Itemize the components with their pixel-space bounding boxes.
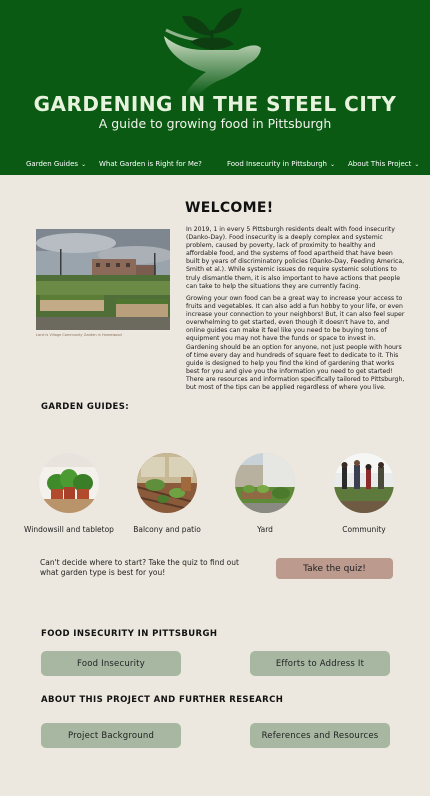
food-insecurity-button[interactable]: Food Insecurity xyxy=(41,651,181,676)
guide-yard[interactable]: Yard xyxy=(215,453,315,534)
yard-garden-image xyxy=(235,453,295,513)
site-header: GARDENING IN THE STEEL CITY A guide to g… xyxy=(0,0,430,175)
guide-label: Community xyxy=(342,525,386,534)
chevron-down-icon: ⌄ xyxy=(414,161,420,168)
guide-balcony[interactable]: Balcony and patio xyxy=(117,453,217,534)
windowsill-garden-image xyxy=(39,453,99,513)
guide-label: Balcony and patio xyxy=(133,525,201,534)
photo-caption: Larch's Village Community Garden in Home… xyxy=(36,333,122,337)
guide-windowsill[interactable]: Windowsill and tabletop xyxy=(19,453,119,534)
intro-paragraph-1: In 2019, 1 in every 5 Pittsburgh residen… xyxy=(186,226,405,290)
main-nav: Garden Guides ⌄ What Garden is Right for … xyxy=(0,158,430,172)
site-subtitle: A guide to growing food in Pittsburgh xyxy=(98,116,332,131)
nav-item-label: What Garden is Right for Me? xyxy=(99,160,202,168)
chevron-down-icon: ⌄ xyxy=(81,161,87,168)
food-insecurity-heading: FOOD INSECURITY IN PITTSBURGH xyxy=(41,629,218,639)
chevron-down-icon: ⌄ xyxy=(329,161,335,168)
guide-community[interactable]: Community xyxy=(314,453,414,534)
balcony-garden-image xyxy=(136,453,198,513)
site-title: GARDENING IN THE STEEL CITY xyxy=(33,92,397,116)
nav-item-right-garden[interactable]: What Garden is Right for Me? xyxy=(99,160,202,168)
efforts-to-address-button[interactable]: Efforts to Address It xyxy=(250,651,390,676)
hand-holding-sprout-logo[interactable] xyxy=(160,6,265,96)
nav-item-food-insecurity[interactable]: Food Insecurity in Pittsburgh ⌄ xyxy=(227,160,335,168)
nav-item-label: About This Project xyxy=(348,160,412,168)
community-garden-image xyxy=(334,453,394,513)
take-quiz-button[interactable]: Take the quiz! xyxy=(276,558,393,579)
nav-item-about[interactable]: About This Project ⌄ xyxy=(348,160,419,168)
guide-label: Windowsill and tabletop xyxy=(24,525,114,534)
community-garden-photo xyxy=(36,229,170,330)
garden-guides-heading: GARDEN GUIDES: xyxy=(41,402,130,412)
about-project-heading: ABOUT THIS PROJECT AND FURTHER RESEARCH xyxy=(41,695,284,705)
project-background-button[interactable]: Project Background xyxy=(41,723,181,748)
nav-item-label: Garden Guides xyxy=(26,160,79,168)
nav-item-label: Food Insecurity in Pittsburgh xyxy=(227,160,327,168)
references-resources-button[interactable]: References and Resources xyxy=(250,723,390,748)
nav-item-garden-guides[interactable]: Garden Guides ⌄ xyxy=(26,160,86,168)
quiz-prompt: Can't decide where to start? Take the qu… xyxy=(40,558,239,577)
intro-paragraph-2: Growing your own food can be a great way… xyxy=(186,295,405,392)
welcome-heading: WELCOME! xyxy=(185,200,274,216)
guide-label: Yard xyxy=(257,525,273,534)
